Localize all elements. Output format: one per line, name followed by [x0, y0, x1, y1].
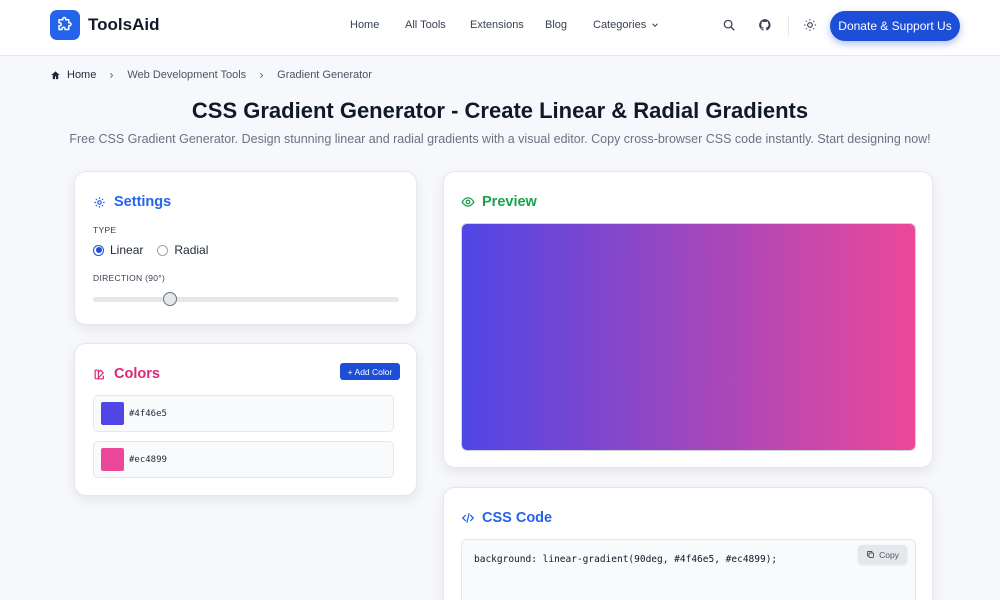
breadcrumb-home[interactable]: Home [50, 69, 96, 81]
direction-label: DIRECTION (90°) [93, 273, 166, 283]
code-icon [461, 511, 475, 525]
page-title: CSS Gradient Generator - Create Linear &… [191, 98, 809, 123]
puzzle-icon [50, 10, 80, 40]
nav-extensions[interactable]: Extensions [470, 19, 524, 31]
donate-button[interactable]: Donate & Support Us [830, 11, 960, 41]
nav-categories[interactable]: Categories [593, 19, 660, 31]
gradient-preview [461, 223, 916, 451]
nav-categories-label: Categories [593, 19, 647, 31]
colors-card: Colors + Add Color #4f46e5 #ec4899 [74, 343, 417, 496]
header-divider [788, 16, 789, 36]
nav-all-tools[interactable]: All Tools [405, 19, 446, 31]
direction-slider-thumb[interactable] [162, 292, 177, 306]
copy-icon [866, 550, 875, 559]
preview-header: Preview [461, 194, 537, 210]
settings-title: Settings [114, 194, 172, 210]
color-swatch[interactable] [101, 448, 124, 471]
radio-linear-label[interactable]: Linear [110, 243, 143, 257]
css-code-header: CSS Code [461, 510, 552, 526]
search-icon[interactable] [720, 16, 738, 34]
logo[interactable]: ToolsAid [50, 10, 159, 40]
breadcrumb-current: Gradient Generator [277, 69, 372, 81]
home-icon [51, 70, 60, 79]
github-icon[interactable] [756, 16, 774, 34]
settings-header: Settings [93, 194, 171, 210]
breadcrumb: Home Web Development Tools Gradient Gene… [50, 68, 372, 82]
gear-icon [93, 195, 107, 209]
eye-icon [461, 195, 475, 209]
color-stop-row[interactable]: #ec4899 [93, 441, 394, 478]
css-code-card: CSS Code background: linear-gradient(90d… [443, 487, 933, 600]
type-radio-group: Linear Radial [93, 243, 208, 257]
type-label: TYPE [93, 225, 117, 235]
chevron-right-icon [107, 71, 116, 80]
copy-label: Copy [879, 549, 899, 560]
css-code-text: background: linear-gradient(90deg, #4f46… [474, 554, 778, 565]
colors-title: Colors [114, 366, 160, 382]
radio-radial-label[interactable]: Radial [174, 243, 208, 257]
logo-text: ToolsAid [88, 15, 160, 34]
add-color-button[interactable]: + Add Color [340, 363, 400, 380]
breadcrumb-web-dev[interactable]: Web Development Tools [127, 69, 246, 81]
nav-home[interactable]: Home [350, 19, 379, 31]
color-stop-row[interactable]: #4f46e5 [93, 395, 394, 432]
chevron-down-icon [652, 23, 659, 27]
color-hex-value[interactable]: #ec4899 [129, 455, 167, 465]
direction-slider[interactable] [93, 292, 399, 306]
top-header: ToolsAid Home All Tools Extensions Blog … [0, 0, 1000, 56]
palette-icon [93, 367, 107, 381]
preview-card: Preview [443, 171, 933, 468]
sun-icon[interactable] [801, 16, 819, 34]
chevron-right-icon [257, 71, 266, 80]
color-hex-value[interactable]: #4f46e5 [129, 409, 167, 419]
nav-blog[interactable]: Blog [545, 19, 567, 31]
code-block: background: linear-gradient(90deg, #4f46… [461, 539, 916, 600]
copy-button[interactable]: Copy [858, 545, 907, 564]
radio-radial[interactable] [157, 244, 169, 256]
page-subtitle: Free CSS Gradient Generator. Design stun… [69, 132, 931, 146]
color-swatch[interactable] [101, 402, 124, 425]
radio-linear[interactable] [93, 244, 104, 256]
preview-title: Preview [482, 194, 537, 210]
colors-header: Colors [93, 366, 160, 382]
settings-card: Settings TYPE Linear Radial DIRECTION (9… [74, 171, 417, 325]
css-code-title: CSS Code [482, 510, 553, 526]
breadcrumb-home-label: Home [67, 69, 97, 81]
